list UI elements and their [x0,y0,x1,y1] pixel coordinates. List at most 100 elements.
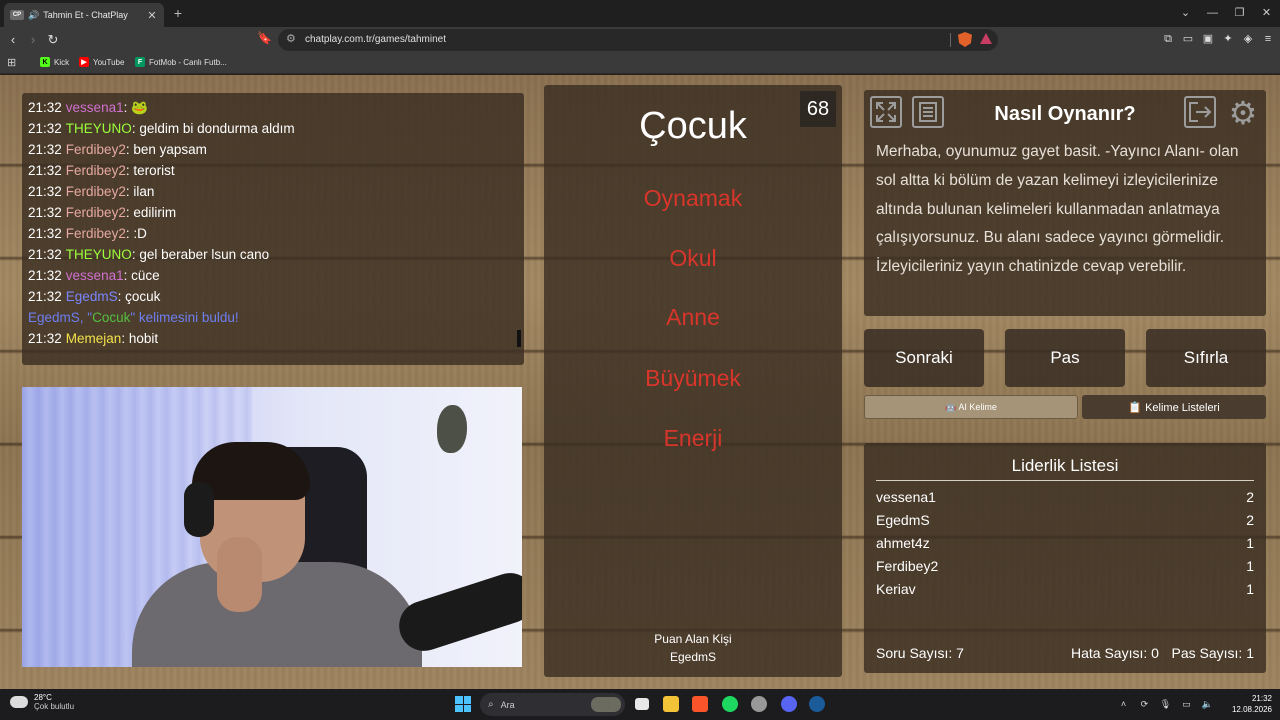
system-text: EgedmS, "Cocuk" kelimesini buldu! [28,310,239,325]
player-score: 1 [1246,558,1254,574]
message-time: 21:32 [28,268,62,283]
clock-time: 21:32 [1251,694,1272,703]
bookmarks-bar: ⊞ K Kick ▶ YouTube F FotMob - Canlı Futb… [0,53,1280,74]
game-stats: Soru Sayısı: 7 Hata Sayısı: 0 Pas Sayısı… [876,645,1254,663]
bookmark-youtube[interactable]: ▶ YouTube [79,57,124,67]
weather-condition: Çok bulutlu [34,702,75,711]
gear-icon[interactable]: ⚙ [1226,96,1260,130]
player-name: vessena1 [876,489,936,505]
restore-icon[interactable]: ❐ [1226,4,1253,22]
site-settings-icon[interactable]: ⚙ [286,32,296,45]
streamer-webcam [22,387,522,667]
extensions-icon[interactable]: ⧉ [1162,31,1174,47]
back-icon[interactable]: ‹ [4,31,22,49]
bookmark-kick[interactable]: K Kick [40,57,69,67]
chat-message: 21:32 Ferdibey2: edilirim [28,202,518,223]
message-user: vessena1 [65,268,124,283]
message-user: EgedmS [65,289,118,304]
message-text: : çocuk [117,289,161,304]
message-user: vessena1 [65,100,124,115]
player-score: 2 [1246,512,1254,528]
chat-message: 21:32 vessena1: 🐸 [28,97,518,118]
system-suffix: " kelimesini buldu! [130,310,239,325]
browser-tab-active[interactable]: CP 🔊 Tahmin Et - ChatPlay ✕ [4,3,164,27]
brave-shield-icon[interactable] [958,32,972,47]
bookmark-page-icon[interactable]: 🔖 [257,31,272,49]
leaderboard-row: EgedmS 2 [876,512,1254,534]
browser-tabbar: CP 🔊 Tahmin Et - ChatPlay ✕ + ⌄ — ❐ ✕ [0,0,1280,27]
kick-icon: K [40,57,50,67]
message-time: 21:32 [28,247,62,262]
task-view-icon[interactable] [635,698,649,710]
message-user: Ferdibey2 [65,205,126,220]
leaderboard-row: Keriav 1 [876,581,1254,603]
found-word: Cocuk [92,310,131,325]
microphone-icon[interactable]: 🎙 [1159,698,1172,711]
close-window-icon[interactable]: ✕ [1253,4,1280,22]
discord-icon[interactable] [781,696,797,712]
menu-icon[interactable]: ≡ [1262,31,1274,47]
vpn-icon[interactable]: ◈ [1242,31,1254,47]
address-bar[interactable]: ⚙ chatplay.com.tr/games/tahminet [278,29,998,51]
next-button[interactable]: Sonraki [864,329,984,387]
message-user: THEYUNO [65,247,132,262]
taboo-word: Büyümek [645,365,741,391]
chat-scrollbar[interactable] [517,330,521,347]
fullscreen-icon[interactable] [870,96,902,128]
network-icon[interactable]: ▭ [1180,698,1193,711]
temperature: 28°C [34,693,52,702]
pass-count: Pas Sayısı: 1 [1171,645,1254,661]
message-time: 21:32 [28,163,62,178]
taskbar-search[interactable]: ⌕ Ara [480,693,625,716]
search-highlight-icon [591,697,621,712]
volume-icon[interactable]: 🔈 [1201,698,1214,711]
brave-rewards-icon[interactable] [980,33,992,44]
minimize-icon[interactable]: — [1199,4,1226,22]
message-user: Memejan [65,331,122,346]
url-text[interactable]: chatplay.com.tr/games/tahminet [305,34,446,45]
tab-search-icon[interactable]: ⌄ [1172,4,1199,22]
error-count: Hata Sayısı: 0 [1071,645,1159,661]
new-tab-icon[interactable]: + [170,5,186,21]
app-icon[interactable] [751,696,767,712]
bookmark-fotmob[interactable]: F FotMob - Canlı Futb... [135,57,227,67]
leo-ai-icon[interactable]: ✦ [1222,31,1234,47]
cloudy-weather-icon [10,692,28,708]
message-user: Ferdibey2 [65,142,126,157]
reload-icon[interactable]: ↻ [44,31,62,49]
clock[interactable]: 21:32 12.08.2026 [1232,693,1272,715]
file-explorer-icon[interactable] [663,696,679,712]
sidebar-icon[interactable]: ▭ [1182,31,1194,47]
speaker-icon[interactable]: 🔊 [28,10,39,21]
tab-word-lists[interactable]: 📋 Kelime Listeleri [1082,395,1266,419]
weather-widget[interactable]: 28°C Çok bulutlu [10,692,75,711]
tab-title: Tahmin Et - ChatPlay [43,10,128,20]
microphone-arm [392,566,522,658]
divider [950,33,951,47]
chevron-up-icon[interactable]: ˄ [1117,698,1130,711]
message-text: : terorist [125,163,175,178]
message-user: Ferdibey2 [65,226,126,241]
sync-icon[interactable]: ⟳ [1138,698,1151,711]
tab-ai-word[interactable]: 🤖 AI Kelime [864,395,1078,419]
close-tab-icon[interactable]: ✕ [146,9,158,22]
brave-browser-icon[interactable] [692,696,708,712]
reset-button[interactable]: Sıfırla [1146,329,1266,387]
chat-message: 21:32 Ferdibey2: ben yapsam [28,139,518,160]
bookmark-label: FotMob - Canlı Futb... [149,57,227,67]
forward-icon[interactable]: › [24,31,42,49]
document-icon[interactable] [912,96,944,128]
steam-icon[interactable] [809,696,825,712]
windows-start-icon[interactable] [455,696,471,712]
message-text: : ben yapsam [125,142,207,157]
chat-message: 21:32 Ferdibey2: ilan [28,181,518,202]
spotify-icon[interactable] [722,696,738,712]
leaderboard-row: vessena1 2 [876,489,1254,511]
exit-icon[interactable] [1184,96,1216,128]
wallet-icon[interactable]: ▣ [1202,31,1214,47]
apps-grid-icon[interactable]: ⊞ [7,57,19,69]
message-time: 21:32 [28,205,62,220]
search-icon: ⌕ [488,699,494,710]
pass-button[interactable]: Pas [1005,329,1125,387]
player-name: EgedmS [876,512,930,528]
